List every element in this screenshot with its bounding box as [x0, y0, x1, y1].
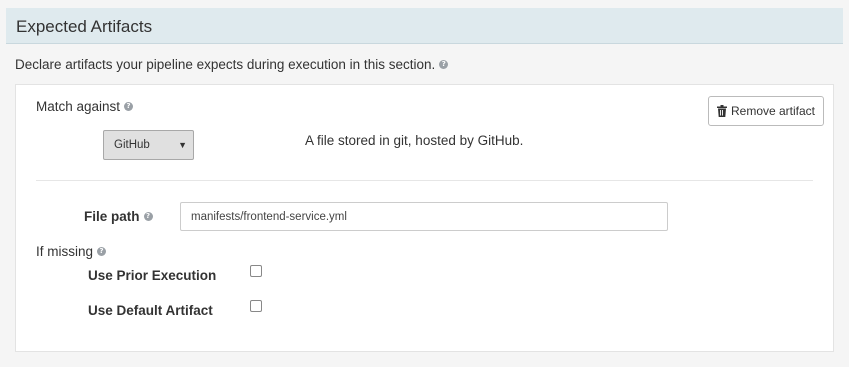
section-header: Expected Artifacts: [6, 8, 843, 44]
help-icon[interactable]: ?: [124, 102, 134, 111]
section-description: Declare artifacts your pipeline expects …: [15, 57, 449, 72]
expected-artifacts-page: Expected Artifacts Declare artifacts you…: [0, 0, 849, 367]
divider: [36, 180, 813, 181]
remove-artifact-label: Remove artifact: [730, 104, 816, 118]
use-default-artifact-label: Use Default Artifact: [88, 303, 213, 318]
artifact-type-select[interactable]: GitHub ▼: [103, 130, 194, 160]
caret-down-icon: ▼: [178, 140, 187, 150]
match-against-text: Match against: [36, 99, 121, 114]
help-icon[interactable]: ?: [439, 60, 449, 69]
remove-artifact-button[interactable]: Remove artifact: [708, 96, 824, 126]
match-against-label: Match against ?: [36, 99, 134, 114]
section-title: Expected Artifacts: [16, 17, 153, 36]
if-missing-label-text: If missing: [36, 244, 94, 259]
if-missing-label: If missing ?: [36, 244, 107, 259]
section-description-text: Declare artifacts your pipeline expects …: [15, 57, 436, 72]
file-path-input[interactable]: [180, 202, 668, 231]
file-path-label: File path ?: [84, 209, 153, 224]
artifact-panel: Match against ? Remove artifact GitHub ▼…: [15, 84, 834, 352]
artifact-type-description: A file stored in git, hosted by GitHub.: [305, 133, 524, 148]
use-prior-execution-label: Use Prior Execution: [88, 268, 217, 283]
use-prior-execution-checkbox[interactable]: [250, 265, 262, 277]
help-icon[interactable]: ?: [97, 247, 107, 256]
help-icon[interactable]: ?: [143, 212, 153, 221]
trash-icon: [716, 105, 727, 117]
file-path-label-text: File path: [84, 209, 140, 224]
artifact-type-value: GitHub: [114, 139, 150, 151]
use-default-artifact-checkbox[interactable]: [250, 300, 262, 312]
